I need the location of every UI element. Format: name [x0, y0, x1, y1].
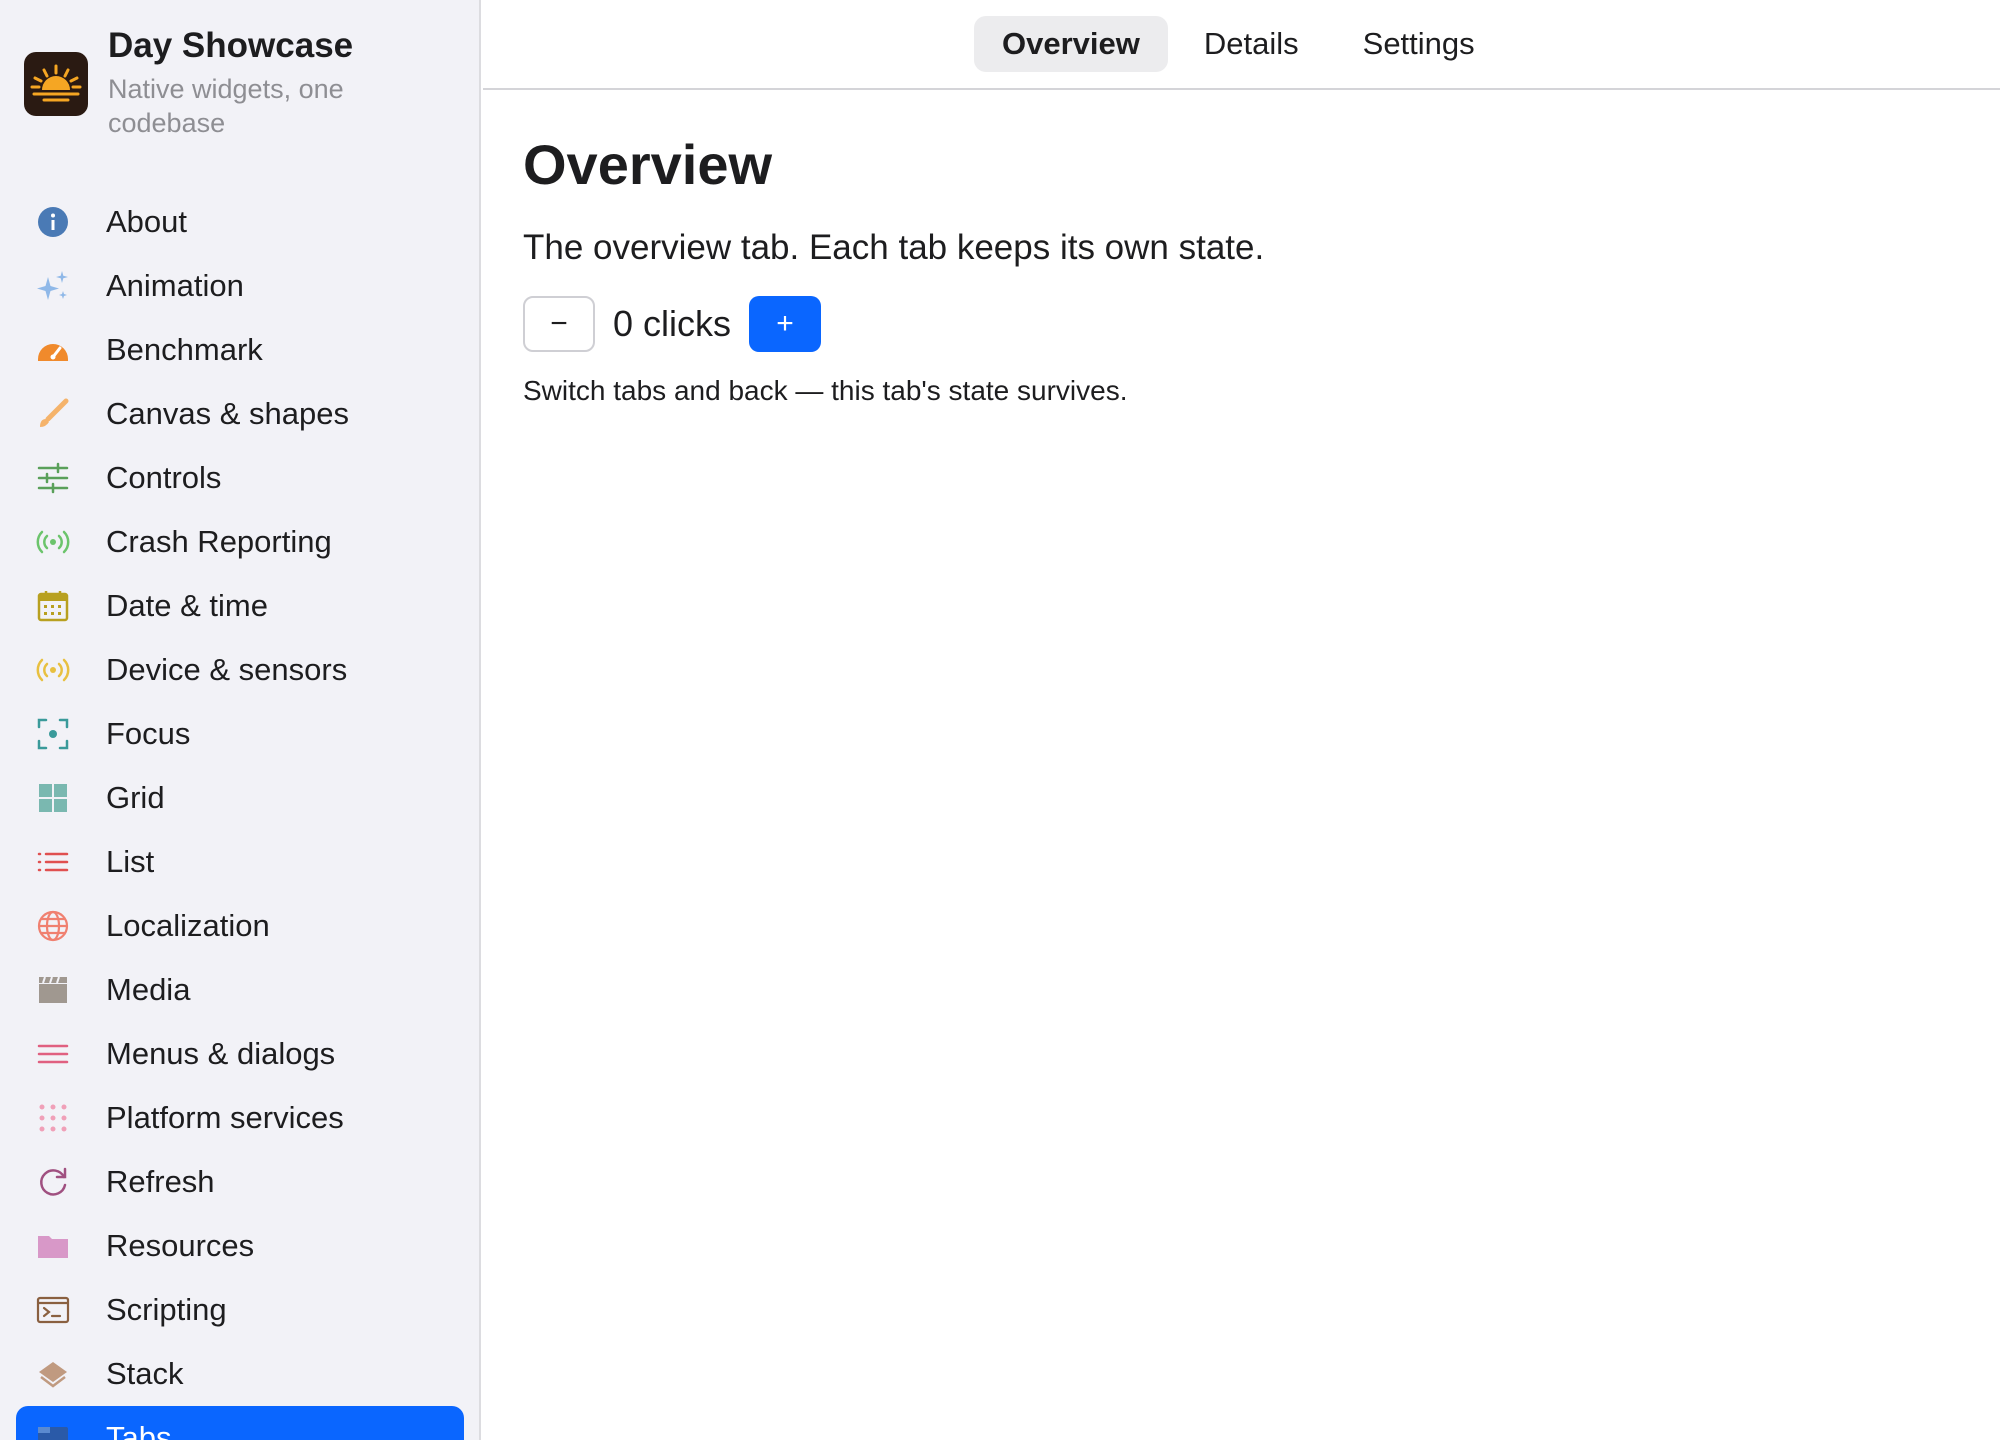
sidebar: Day Showcase Native widgets, one codebas… — [0, 0, 481, 1440]
click-counter: − 0 clicks + — [523, 296, 1923, 352]
sidebar-item-label: Focus — [106, 716, 191, 751]
sidebar-item-label: List — [106, 844, 155, 879]
sidebar-item-date-time[interactable]: Date & time — [16, 574, 464, 638]
sparkles-icon — [36, 269, 70, 303]
sidebar-item-canvas-shapes[interactable]: Canvas & shapes — [16, 382, 464, 446]
sidebar-item-label: Resources — [106, 1228, 255, 1263]
broadcast-icon — [36, 525, 70, 559]
click-count: 0 clicks — [613, 303, 732, 344]
refresh-icon — [36, 1165, 70, 1199]
page-title: Overview — [523, 133, 773, 196]
sidebar-item-label: Benchmark — [106, 332, 263, 367]
folder-icon — [36, 1229, 70, 1263]
list-icon — [36, 845, 70, 879]
sidebar-item-label: Menus & dialogs — [106, 1036, 336, 1071]
sidebar-item-grid[interactable]: Grid — [16, 766, 464, 830]
grid-icon — [36, 781, 70, 815]
increment-button[interactable]: + — [749, 296, 822, 352]
sidebar-item-label: Date & time — [106, 588, 268, 623]
main-content: Overview Details Settings Overview The o… — [483, 0, 2000, 1440]
sidebar-nav: About Animation Benchmark Canvas & shape… — [16, 190, 464, 1440]
sidebar-item-label: Controls — [106, 460, 222, 495]
sidebar-item-label: Scripting — [106, 1292, 227, 1327]
sensor-icon — [36, 653, 70, 687]
clapperboard-icon — [36, 973, 70, 1007]
sidebar-item-localization[interactable]: Localization — [16, 894, 464, 958]
terminal-icon — [36, 1293, 70, 1327]
dots-grid-icon — [36, 1101, 70, 1135]
sidebar-item-label: Grid — [106, 780, 165, 815]
tab-settings[interactable]: Settings — [1335, 16, 1503, 72]
info-icon — [36, 205, 70, 239]
app-subtitle: Native widgets, one codebase — [108, 74, 344, 138]
sidebar-item-label: Tabs — [106, 1420, 172, 1440]
paintbrush-icon — [36, 397, 70, 431]
sidebar-item-scripting[interactable]: Scripting — [16, 1278, 464, 1342]
sidebar-item-focus[interactable]: Focus — [16, 702, 464, 766]
tab-content: Overview The overview tab. Each tab keep… — [523, 130, 1923, 408]
sidebar-item-platform-services[interactable]: Platform services — [16, 1086, 464, 1150]
sidebar-item-about[interactable]: About — [16, 190, 464, 254]
sidebar-item-tabs[interactable]: Tabs — [16, 1406, 464, 1440]
sidebar-item-refresh[interactable]: Refresh — [16, 1150, 464, 1214]
sidebar-item-label: Stack — [106, 1356, 184, 1391]
layers-icon — [36, 1357, 70, 1391]
calendar-icon — [36, 589, 70, 623]
sidebar-item-media[interactable]: Media — [16, 958, 464, 1022]
sidebar-item-resources[interactable]: Resources — [16, 1214, 464, 1278]
description-text: The overview tab. Each tab keeps its own… — [523, 228, 1265, 267]
sidebar-item-controls[interactable]: Controls — [16, 446, 464, 510]
gauge-icon — [36, 333, 70, 367]
globe-icon — [36, 909, 70, 943]
sidebar-item-label: Canvas & shapes — [106, 396, 349, 431]
hint-text: Switch tabs and back — this tab's state … — [523, 375, 1128, 406]
sliders-icon — [36, 461, 70, 495]
sidebar-item-label: Crash Reporting — [106, 524, 332, 559]
sidebar-item-menus-dialogs[interactable]: Menus & dialogs — [16, 1022, 464, 1086]
app-title: Day Showcase — [108, 26, 354, 65]
sidebar-item-label: Refresh — [106, 1164, 215, 1199]
sidebar-item-label: Platform services — [106, 1100, 344, 1135]
tab-overview[interactable]: Overview — [974, 16, 1168, 72]
menu-icon — [36, 1037, 70, 1071]
sidebar-item-device-sensors[interactable]: Device & sensors — [16, 638, 464, 702]
tab-details[interactable]: Details — [1176, 16, 1327, 72]
sidebar-item-label: About — [106, 204, 188, 239]
sidebar-item-stack[interactable]: Stack — [16, 1342, 464, 1406]
focus-icon — [36, 717, 70, 751]
tab-bar: Overview Details Settings — [483, 0, 2000, 90]
sidebar-item-label: Localization — [106, 908, 270, 943]
sidebar-item-list[interactable]: List — [16, 830, 464, 894]
sidebar-item-animation[interactable]: Animation — [16, 254, 464, 318]
tabs-icon — [36, 1421, 70, 1440]
app-header: Day Showcase Native widgets, one codebas… — [24, 24, 408, 140]
sidebar-item-crash-reporting[interactable]: Crash Reporting — [16, 510, 464, 574]
sidebar-item-label: Media — [106, 972, 191, 1007]
decrement-button[interactable]: − — [523, 296, 595, 352]
sidebar-item-benchmark[interactable]: Benchmark — [16, 318, 464, 382]
sidebar-item-label: Animation — [106, 268, 244, 303]
sidebar-item-label: Device & sensors — [106, 652, 348, 687]
sunrise-icon — [24, 52, 88, 116]
